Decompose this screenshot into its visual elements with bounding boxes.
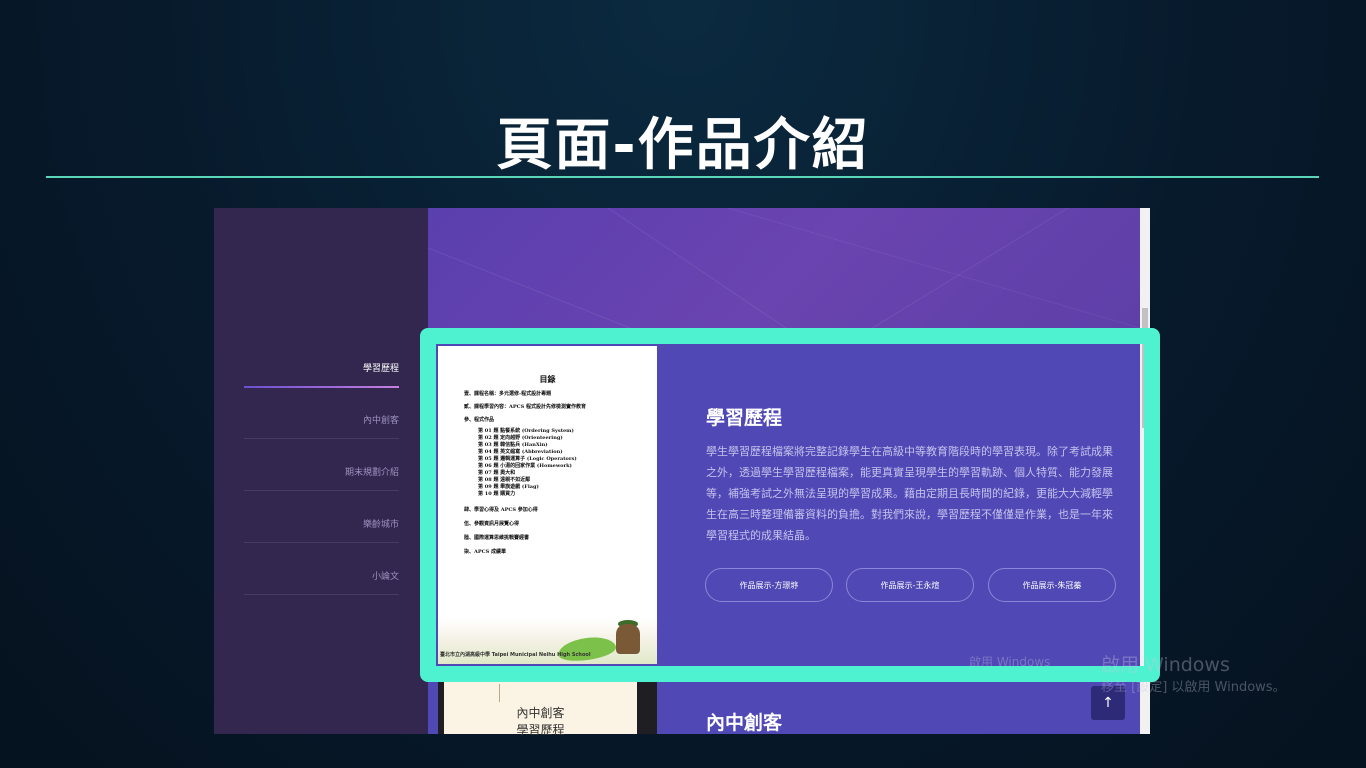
- slide-title: 頁面-作品介紹: [496, 113, 870, 178]
- activation-watermark-subtitle: 移至 [設定] 以啟用 Windows。: [1101, 680, 1286, 695]
- sidebar-item-senior-city[interactable]: 樂齡城市: [244, 517, 399, 543]
- sidebar-item-maker[interactable]: 內中創客: [244, 413, 399, 439]
- section-heading-learning-portfolio: 學習歷程: [706, 407, 783, 429]
- book-spine-line: [499, 684, 500, 702]
- banner-pattern: [428, 208, 1140, 343]
- section-description: 學生學習歷程檔案將完整記錄學生在高級中等教育階段時的學習表現。除了考試成果之外，…: [706, 445, 1113, 542]
- header-banner: [428, 208, 1140, 343]
- section-heading-maker: 內中創客: [706, 712, 783, 734]
- sidebar: 學習歷程 內中創客 期末規劃介紹 樂齡城市 小論文: [214, 208, 428, 734]
- title-divider: [46, 176, 1319, 178]
- work-showcase-button-3[interactable]: 作品展示-朱冠蓁: [988, 568, 1116, 602]
- work-showcase-button-1[interactable]: 作品展示-方璟垿: [705, 568, 833, 602]
- book-title-line: 內中創客: [516, 706, 565, 720]
- activation-watermark-inner: 啟用 Windows: [969, 655, 1051, 669]
- activation-watermark-title: 啟用 Windows: [1101, 654, 1230, 676]
- book-title-line: 學習歷程: [516, 723, 565, 737]
- work-showcase-button-2[interactable]: 作品展示-王永煊: [846, 568, 974, 602]
- sidebar-item-learning-portfolio[interactable]: 學習歷程: [244, 361, 399, 388]
- arrow-up-icon: ↑: [1102, 695, 1114, 711]
- sidebar-item-essay[interactable]: 小論文: [244, 569, 399, 595]
- sidebar-item-final-plan[interactable]: 期末規劃介紹: [244, 465, 399, 491]
